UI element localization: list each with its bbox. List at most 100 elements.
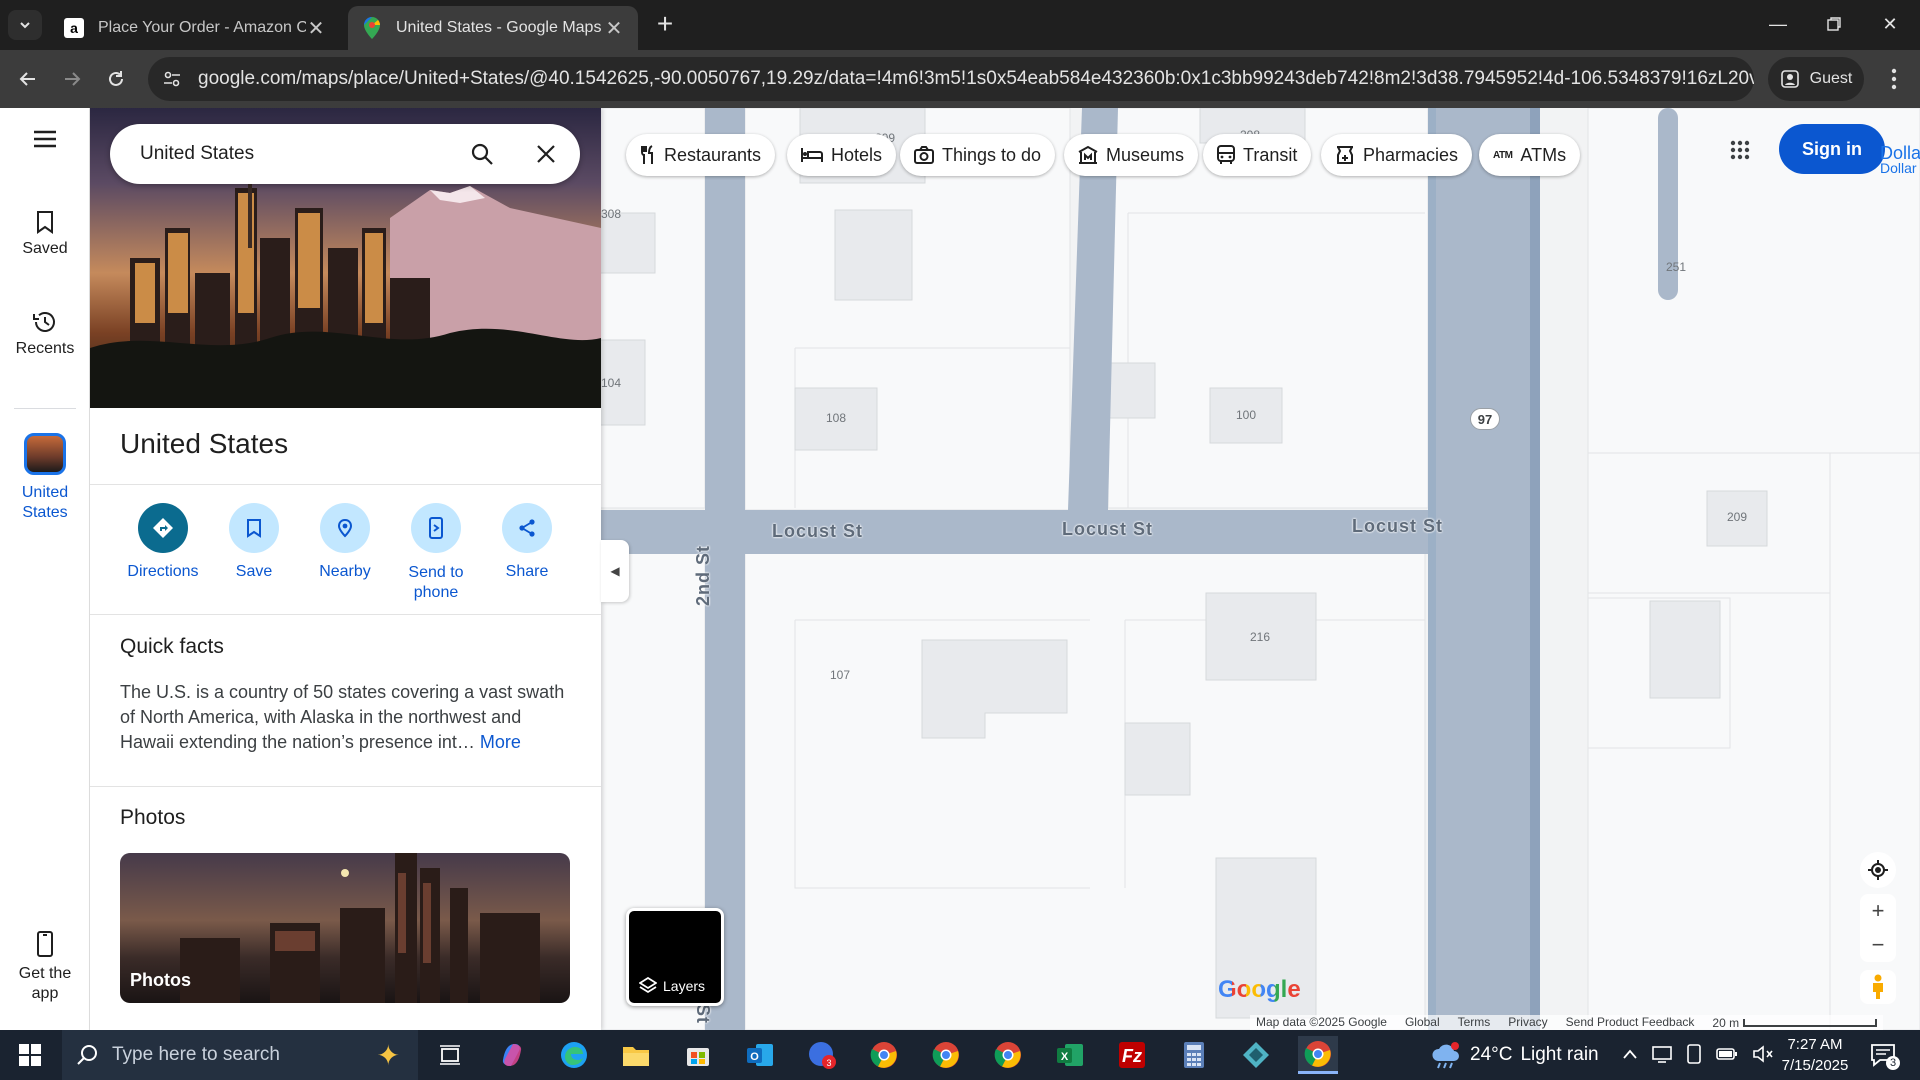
- my-location-icon: [1868, 860, 1888, 880]
- tab-google-maps[interactable]: United States - Google Maps ✕: [348, 6, 638, 50]
- chip-pharmacies[interactable]: Pharmacies: [1321, 134, 1473, 176]
- street-view-button[interactable]: [1860, 970, 1896, 1004]
- zoom-out-button[interactable]: −: [1860, 928, 1896, 962]
- display-icon[interactable]: [1652, 1045, 1672, 1066]
- taskbar-edge[interactable]: [554, 1036, 594, 1074]
- scale-bar[interactable]: 20 m: [1712, 1015, 1878, 1030]
- phone-icon: [0, 930, 90, 958]
- my-location-button[interactable]: [1860, 852, 1896, 888]
- directions-icon: [138, 503, 188, 553]
- taskbar-store[interactable]: [678, 1036, 718, 1074]
- search-button[interactable]: [464, 136, 500, 172]
- chrome-icon: [932, 1042, 959, 1068]
- task-view-icon: [440, 1045, 460, 1065]
- send-to-phone-button[interactable]: Send to phone: [391, 503, 481, 603]
- tab-strip: a Place Your Order - Amazon Che ✕ United…: [0, 0, 1920, 50]
- tab-amazon[interactable]: a Place Your Order - Amazon Che ✕: [50, 6, 340, 50]
- chevron-up-icon[interactable]: [1622, 1047, 1638, 1063]
- taskbar-outlook[interactable]: O: [740, 1036, 780, 1074]
- terms-link[interactable]: Terms: [1458, 1015, 1491, 1030]
- search-box[interactable]: [110, 124, 580, 184]
- minimize-button[interactable]: —: [1750, 0, 1806, 48]
- tab-title: United States - Google Maps: [396, 19, 602, 36]
- taskbar-chrome-active[interactable]: [1298, 1036, 1338, 1074]
- weather-desc: Light rain: [1520, 1044, 1599, 1065]
- taskbar-search[interactable]: Type here to search ✦: [62, 1030, 418, 1080]
- browser-menu-button[interactable]: [1876, 61, 1912, 97]
- chip-label: Things to do: [942, 144, 1042, 165]
- chip-transit[interactable]: Transit: [1203, 134, 1312, 176]
- chip-atms[interactable]: ATM ATMs: [1479, 134, 1581, 176]
- rail-current-place[interactable]: United States: [0, 433, 90, 523]
- chip-hotels[interactable]: Hotels: [787, 134, 897, 176]
- photos-thumbnail[interactable]: Photos: [120, 853, 570, 1003]
- notifications-button[interactable]: 3: [1866, 1038, 1900, 1072]
- rail-saved[interactable]: Saved: [0, 210, 90, 258]
- start-button[interactable]: [10, 1036, 50, 1074]
- collapse-panel-button[interactable]: ◀: [601, 540, 629, 602]
- chip-restaurants[interactable]: Restaurants: [626, 134, 776, 176]
- taskbar-calculator[interactable]: [1174, 1036, 1214, 1074]
- close-window-button[interactable]: ✕: [1862, 0, 1918, 48]
- tab-search-button[interactable]: [8, 10, 42, 40]
- menu-button[interactable]: [0, 130, 90, 154]
- zoom-in-button[interactable]: +: [1860, 894, 1896, 928]
- taskbar-file-explorer[interactable]: [616, 1036, 656, 1074]
- privacy-link[interactable]: Privacy: [1508, 1015, 1547, 1030]
- taskbar-chrome-profile-2[interactable]: [926, 1036, 966, 1074]
- calculator-icon: [1184, 1042, 1204, 1068]
- directions-button[interactable]: Directions: [118, 503, 208, 581]
- save-button[interactable]: Save: [209, 503, 299, 581]
- phone-link-icon[interactable]: [1686, 1043, 1702, 1067]
- feedback-link[interactable]: Send Product Feedback: [1566, 1015, 1695, 1030]
- reload-button[interactable]: [98, 61, 134, 97]
- rail-get-app[interactable]: Get the app: [0, 930, 90, 1004]
- chip-museums[interactable]: Museums: [1064, 134, 1199, 176]
- taskbar-copilot[interactable]: [492, 1036, 532, 1074]
- nearby-label: Nearby: [319, 563, 371, 580]
- profile-button[interactable]: Guest: [1768, 57, 1864, 101]
- bookmark-icon: [0, 210, 90, 234]
- forward-button[interactable]: [54, 61, 90, 97]
- battery-icon[interactable]: [1716, 1047, 1738, 1064]
- hero-photo[interactable]: [90, 108, 601, 408]
- sign-in-button[interactable]: Sign in: [1779, 124, 1885, 174]
- nearby-button[interactable]: Nearby: [300, 503, 390, 581]
- share-button[interactable]: Share: [482, 503, 572, 581]
- bus-icon: [1217, 145, 1235, 164]
- layers-button[interactable]: Layers: [626, 908, 724, 1006]
- maximize-button[interactable]: [1806, 0, 1862, 48]
- taskbar-filezilla[interactable]: Fz: [1112, 1036, 1152, 1074]
- chip-things-to-do[interactable]: Things to do: [900, 134, 1056, 176]
- global-link[interactable]: Global: [1405, 1015, 1440, 1030]
- svg-text:O: O: [750, 1051, 759, 1063]
- taskbar-excel[interactable]: X: [1050, 1036, 1090, 1074]
- close-tab-icon[interactable]: ✕: [604, 16, 624, 41]
- taskbar-calendar-app[interactable]: 3: [802, 1036, 842, 1074]
- search-input[interactable]: [140, 143, 440, 165]
- send-to-phone-icon: [411, 503, 461, 553]
- taskbar-chrome-profile-1[interactable]: [864, 1036, 904, 1074]
- close-tab-icon[interactable]: ✕: [306, 16, 326, 41]
- route-shield: 97: [1470, 408, 1500, 430]
- taskbar-app-diamond[interactable]: [1236, 1036, 1276, 1074]
- weather-widget[interactable]: 24°C Light rain: [1430, 1030, 1599, 1080]
- chrome-icon: [994, 1042, 1021, 1068]
- address-bar[interactable]: google.com/maps/place/United+States/@40.…: [148, 57, 1754, 101]
- street-label: Locust St: [1352, 516, 1444, 536]
- rail-recents[interactable]: Recents: [0, 310, 90, 358]
- more-link[interactable]: More: [480, 732, 521, 752]
- new-tab-button[interactable]: +: [650, 10, 680, 40]
- clear-search-button[interactable]: [528, 136, 564, 172]
- back-button[interactable]: [10, 61, 46, 97]
- map-attribution: Map data ©2025 Google Global Terms Priva…: [1250, 1015, 1884, 1030]
- taskbar-chrome-profile-3[interactable]: [988, 1036, 1028, 1074]
- chip-label: ATMs: [1520, 144, 1567, 165]
- quick-facts-heading: Quick facts: [120, 635, 224, 658]
- task-view-button[interactable]: [430, 1036, 470, 1074]
- taskbar-clock[interactable]: 7:27 AM 7/15/2025: [1770, 1034, 1860, 1076]
- google-apps-button[interactable]: [1720, 130, 1760, 170]
- scale-line: [1743, 1018, 1878, 1027]
- site-info-icon[interactable]: [152, 59, 192, 99]
- diamond-app-icon: [1243, 1042, 1269, 1068]
